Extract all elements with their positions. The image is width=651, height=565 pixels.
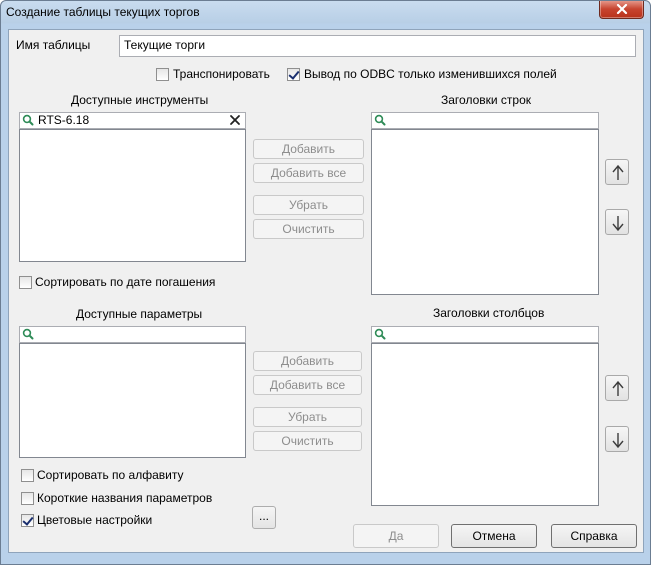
magnifier-icon (374, 114, 386, 126)
column-headers-move-down-button[interactable] (605, 426, 629, 452)
magnifier-icon (22, 328, 34, 340)
help-button[interactable]: Справка (551, 524, 637, 548)
short-param-names-checkbox[interactable] (21, 492, 34, 505)
arrow-down-icon (612, 216, 624, 232)
instruments-heading: Доступные инструменты (71, 93, 209, 107)
window-title: Создание таблицы текущих торгов (6, 5, 200, 19)
window-close-button[interactable] (599, 1, 644, 19)
color-settings-label: Цветовые настройки (37, 513, 153, 527)
instruments-add-button[interactable]: Добавить (253, 139, 364, 159)
parameters-heading: Доступные параметры (76, 307, 203, 321)
instruments-add-all-button[interactable]: Добавить все (253, 163, 364, 183)
ok-button[interactable]: Да (353, 524, 439, 548)
column-headers-list[interactable] (371, 343, 599, 506)
table-name-input[interactable]: Текущие торги (119, 35, 636, 57)
column-headers-move-up-button[interactable] (605, 375, 629, 401)
table-name-label: Имя таблицы (16, 38, 91, 52)
instruments-clear-button[interactable]: Очистить (253, 219, 364, 239)
dialog-window: Создание таблицы текущих торгов Имя табл… (0, 0, 651, 565)
magnifier-icon (374, 328, 386, 340)
column-headers-search-input[interactable] (371, 326, 599, 343)
parameters-list[interactable] (19, 343, 246, 458)
arrow-up-icon (612, 164, 624, 180)
parameters-search-input[interactable] (19, 326, 246, 343)
sort-alphabetically-checkbox[interactable] (21, 469, 34, 482)
arrow-up-icon (612, 380, 624, 396)
row-headers-list[interactable] (371, 129, 599, 295)
instruments-list[interactable] (19, 129, 246, 262)
short-param-names-label: Короткие названия параметров (37, 491, 213, 505)
odbc-changed-fields-label: Вывод по ODBC только изменившихся полей (304, 67, 557, 81)
parameters-add-all-button[interactable]: Добавить все (253, 375, 362, 395)
close-icon (616, 4, 627, 14)
dialog-client-area: Имя таблицы Текущие торги Транспонироват… (8, 29, 644, 553)
instruments-remove-button[interactable]: Убрать (253, 195, 364, 215)
sort-by-expiry-label: Сортировать по дате погашения (35, 275, 216, 289)
sort-by-expiry-checkbox[interactable] (19, 276, 32, 289)
transpose-checkbox[interactable] (156, 68, 169, 81)
row-headers-search-input[interactable] (371, 112, 599, 129)
color-settings-checkbox[interactable] (21, 514, 34, 527)
row-headers-move-down-button[interactable] (605, 209, 629, 235)
color-settings-more-button[interactable]: ... (252, 506, 276, 529)
odbc-changed-fields-checkbox[interactable] (287, 68, 300, 81)
parameters-clear-button[interactable]: Очистить (253, 431, 362, 451)
column-headers-heading: Заголовки столбцов (433, 306, 545, 320)
cancel-button[interactable]: Отмена (451, 524, 537, 548)
row-headers-heading: Заголовки строк (441, 93, 532, 107)
arrow-down-icon (612, 433, 624, 449)
instruments-search-input[interactable]: RTS-6.18 (19, 112, 246, 129)
parameters-add-button[interactable]: Добавить (253, 351, 362, 371)
instruments-search-value: RTS-6.18 (38, 113, 90, 127)
transpose-label: Транспонировать (173, 67, 270, 81)
parameters-remove-button[interactable]: Убрать (253, 407, 362, 427)
sort-alphabetically-label: Сортировать по алфавиту (37, 468, 184, 482)
close-x-icon[interactable] (228, 113, 242, 127)
magnifier-icon (22, 114, 34, 126)
row-headers-move-up-button[interactable] (605, 159, 629, 185)
